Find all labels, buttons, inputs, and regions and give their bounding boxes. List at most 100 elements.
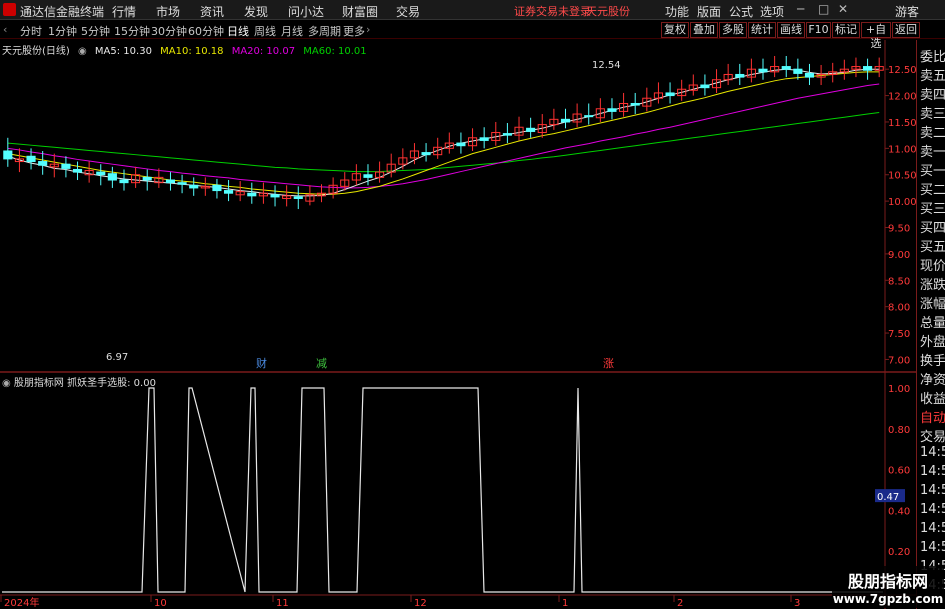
candle-body bbox=[479, 137, 489, 141]
price-tick-label: 7.50 bbox=[888, 329, 910, 340]
axis-labels: 12.5012.0011.5011.0010.5010.009.509.008.… bbox=[0, 65, 917, 609]
overlay-button[interactable]: 叠加 bbox=[690, 22, 718, 38]
quote-field-label: 买五 bbox=[920, 240, 945, 255]
watermark: 股朋指标网 www.7gpzb.com bbox=[832, 566, 944, 608]
quote-field-label: 自动 bbox=[920, 411, 945, 426]
price-tick-label: 9.00 bbox=[888, 250, 910, 261]
event-marker[interactable]: 减 bbox=[316, 357, 327, 370]
menu-formula[interactable]: 公式 bbox=[729, 3, 753, 20]
indicator-value: 0.00 bbox=[133, 378, 156, 389]
candle-body bbox=[735, 73, 745, 78]
period-daily[interactable]: 日线 bbox=[227, 23, 249, 39]
period-monthly[interactable]: 月线 bbox=[281, 23, 303, 39]
menu-function[interactable]: 功能 bbox=[665, 3, 689, 20]
login-alert[interactable]: 证券交易未登录 bbox=[514, 3, 591, 19]
period-multi[interactable]: 多周期 bbox=[308, 23, 341, 39]
price-tick-label: 11.50 bbox=[888, 118, 917, 129]
indicator-current-value: 0.47 bbox=[877, 492, 899, 503]
statistics-button[interactable]: 统计 bbox=[748, 22, 776, 38]
candle-body bbox=[804, 72, 815, 78]
add-watchlist-button[interactable]: +自选 bbox=[861, 22, 891, 50]
ma20-line bbox=[7, 83, 880, 189]
menu-discover[interactable]: 发现 bbox=[244, 3, 268, 20]
candle-body bbox=[526, 127, 536, 132]
stock-link[interactable]: 天元股份 bbox=[586, 3, 630, 19]
f10-button[interactable]: F10 bbox=[806, 22, 831, 38]
period-weekly[interactable]: 周线 bbox=[254, 23, 276, 39]
mark-button[interactable]: 标记 bbox=[832, 22, 860, 38]
signal-polyline bbox=[2, 387, 883, 593]
date-tick-label: 2 bbox=[677, 598, 683, 609]
restore-rights-button[interactable]: 复权 bbox=[661, 22, 689, 38]
prev-icon[interactable]: ‹ bbox=[3, 23, 7, 36]
chevron-right-icon[interactable]: › bbox=[366, 23, 370, 36]
quote-field-label: 涨幅 bbox=[920, 297, 945, 312]
event-marker[interactable]: 财 bbox=[256, 356, 267, 370]
date-tick-label: 2024年 bbox=[4, 596, 39, 609]
candle-body bbox=[584, 115, 594, 118]
candle-body bbox=[119, 179, 129, 184]
price-tick-label: 10.50 bbox=[888, 171, 917, 182]
app-logo-icon bbox=[3, 3, 16, 16]
menu-options[interactable]: 选项 bbox=[760, 3, 784, 20]
price-tick-label: 7.00 bbox=[888, 355, 910, 366]
ma60-label: MA60: 10.01 bbox=[303, 46, 367, 57]
ma5-label: MA5: 10.30 bbox=[94, 46, 152, 57]
indicator-legend: ◉ 股朋指标网 抓妖圣手选股: 0.00 bbox=[2, 378, 156, 389]
chart-grid bbox=[0, 40, 945, 609]
date-tick-label: 12 bbox=[414, 598, 427, 609]
date-tick-label: 3 bbox=[794, 598, 800, 609]
guest-label[interactable]: 游客 bbox=[895, 3, 919, 20]
quote-field-label: 卖三 bbox=[920, 107, 945, 122]
minimize-icon[interactable]: ─ bbox=[797, 2, 804, 16]
quote-field-label: 交易 bbox=[920, 430, 945, 445]
menu-trade[interactable]: 交易 bbox=[396, 3, 420, 20]
quote-field-label: 14:56 bbox=[920, 502, 945, 517]
quote-field-label: 现价 bbox=[920, 259, 945, 274]
quote-field-label: 买三 bbox=[920, 202, 945, 217]
draw-line-button[interactable]: 画线 bbox=[777, 22, 805, 38]
price-tick-label: 12.00 bbox=[888, 92, 917, 103]
watermark-url: www.7gpzb.com bbox=[832, 592, 944, 606]
price-tick-label: 9.50 bbox=[888, 224, 910, 235]
menu-wealth[interactable]: 财富圈 bbox=[342, 3, 378, 20]
price-tick-label: 10.00 bbox=[888, 197, 917, 208]
menu-quotes[interactable]: 市场 bbox=[156, 3, 180, 20]
candle-body bbox=[142, 176, 152, 181]
period-30min[interactable]: 30分钟 bbox=[151, 23, 187, 39]
candle-body bbox=[630, 102, 640, 106]
quote-field-label: 卖一 bbox=[920, 145, 945, 160]
menu-market[interactable]: 行情 bbox=[112, 3, 136, 20]
period-1min[interactable]: 1分钟 bbox=[48, 23, 77, 39]
kline-chart[interactable]: 12.5012.0011.5011.0010.5010.009.509.008.… bbox=[0, 40, 945, 609]
event-marker[interactable]: 涨 bbox=[603, 357, 614, 370]
app-name: 通达信金融终端 bbox=[20, 5, 105, 19]
candle-body bbox=[293, 196, 303, 199]
settings-icon[interactable]: ◉ bbox=[78, 46, 87, 57]
close-icon[interactable]: ✕ bbox=[838, 2, 848, 16]
indicator-name: 抓妖圣手选股 bbox=[67, 378, 128, 389]
menu-ask[interactable]: 问小达 bbox=[288, 3, 324, 20]
candle-body bbox=[212, 184, 222, 192]
candle-body bbox=[107, 173, 117, 181]
price-tick-label: 8.00 bbox=[888, 303, 910, 314]
quote-field-label: 14:56 bbox=[920, 540, 945, 555]
period-15min[interactable]: 15分钟 bbox=[114, 23, 150, 39]
settings-icon[interactable]: ◉ bbox=[2, 378, 11, 389]
menu-news[interactable]: 资讯 bbox=[200, 3, 224, 20]
signal-line bbox=[2, 387, 883, 593]
multi-stock-button[interactable]: 多股 bbox=[719, 22, 747, 38]
ma-legend: 天元股份(日线) ◉ MA5: 10.30 MA10: 10.18 MA20: … bbox=[2, 42, 372, 57]
quote-field-label: 买二 bbox=[920, 183, 945, 198]
maximize-icon[interactable]: □ bbox=[818, 2, 829, 16]
period-60min[interactable]: 60分钟 bbox=[188, 23, 224, 39]
period-tick[interactable]: 分时 bbox=[20, 23, 42, 39]
quote-field-label: 买一 bbox=[920, 164, 945, 179]
date-tick-label: 1 bbox=[562, 598, 568, 609]
period-more[interactable]: 更多 bbox=[343, 23, 365, 39]
quote-field-label: 14:56 bbox=[920, 464, 945, 479]
menu-layout[interactable]: 版面 bbox=[697, 3, 721, 20]
back-button[interactable]: 返回 bbox=[892, 22, 920, 38]
candle-body bbox=[165, 179, 176, 184]
period-5min[interactable]: 5分钟 bbox=[81, 23, 110, 39]
